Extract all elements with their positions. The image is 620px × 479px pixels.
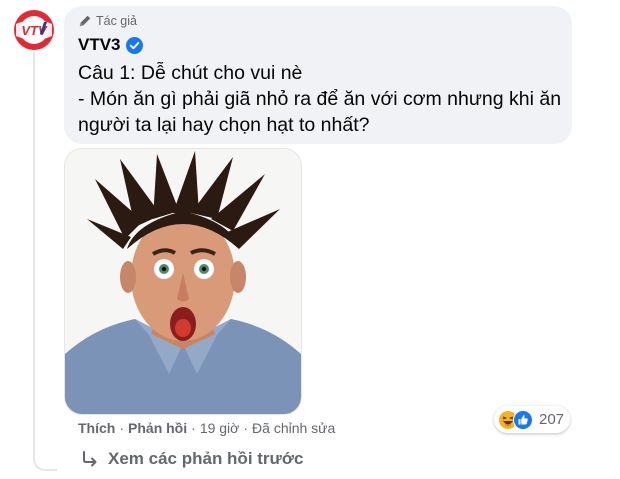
author-name[interactable]: VTV3 [78,35,121,55]
comment-actions: Thích · Phản hồi · 19 giờ · Đã chỉnh sửa [78,420,335,436]
thread-elbow [33,455,57,471]
comment-text-line2: - Món ăn gì phải giã nhỏ ra để ăn với cơ… [78,88,567,136]
comment-photo[interactable] [64,148,302,415]
comment-text: Câu 1: Dễ chút cho vui nè - Món ăn gì phả… [78,60,564,138]
reply-arrow-icon [83,451,97,467]
vtv-logo-icon: VTV [12,8,56,52]
view-previous-replies[interactable]: Xem các phản hồi trước [80,449,303,469]
pencil-icon [79,15,91,27]
comment-bubble: Tác giả VTV3 Câu 1: Dễ chút cho vui nè - … [64,6,572,144]
reaction-count: 207 [539,411,565,428]
verified-badge-icon [125,36,143,54]
thread-line [33,52,35,462]
avatar-vtv[interactable]: VTV [12,8,56,52]
like-action[interactable]: Thích [78,420,115,436]
like-icon [513,409,533,430]
author-badge-label: Tác giả [96,14,137,28]
separator: · [243,420,249,436]
comment-text-line1: Câu 1: Dễ chút cho vui nè [78,62,303,84]
view-previous-label[interactable]: Xem các phản hồi trước [108,449,303,469]
separator: · [191,420,196,436]
timestamp[interactable]: 19 giờ [200,420,240,436]
edited-label[interactable]: Đã chỉnh sửa [252,420,335,436]
author-badge: Tác giả [78,14,137,28]
surprised-man-photo [65,149,301,414]
separator: · [119,420,125,436]
reply-action[interactable]: Phản hồi [128,420,187,436]
reaction-summary[interactable]: 207 [494,406,570,433]
